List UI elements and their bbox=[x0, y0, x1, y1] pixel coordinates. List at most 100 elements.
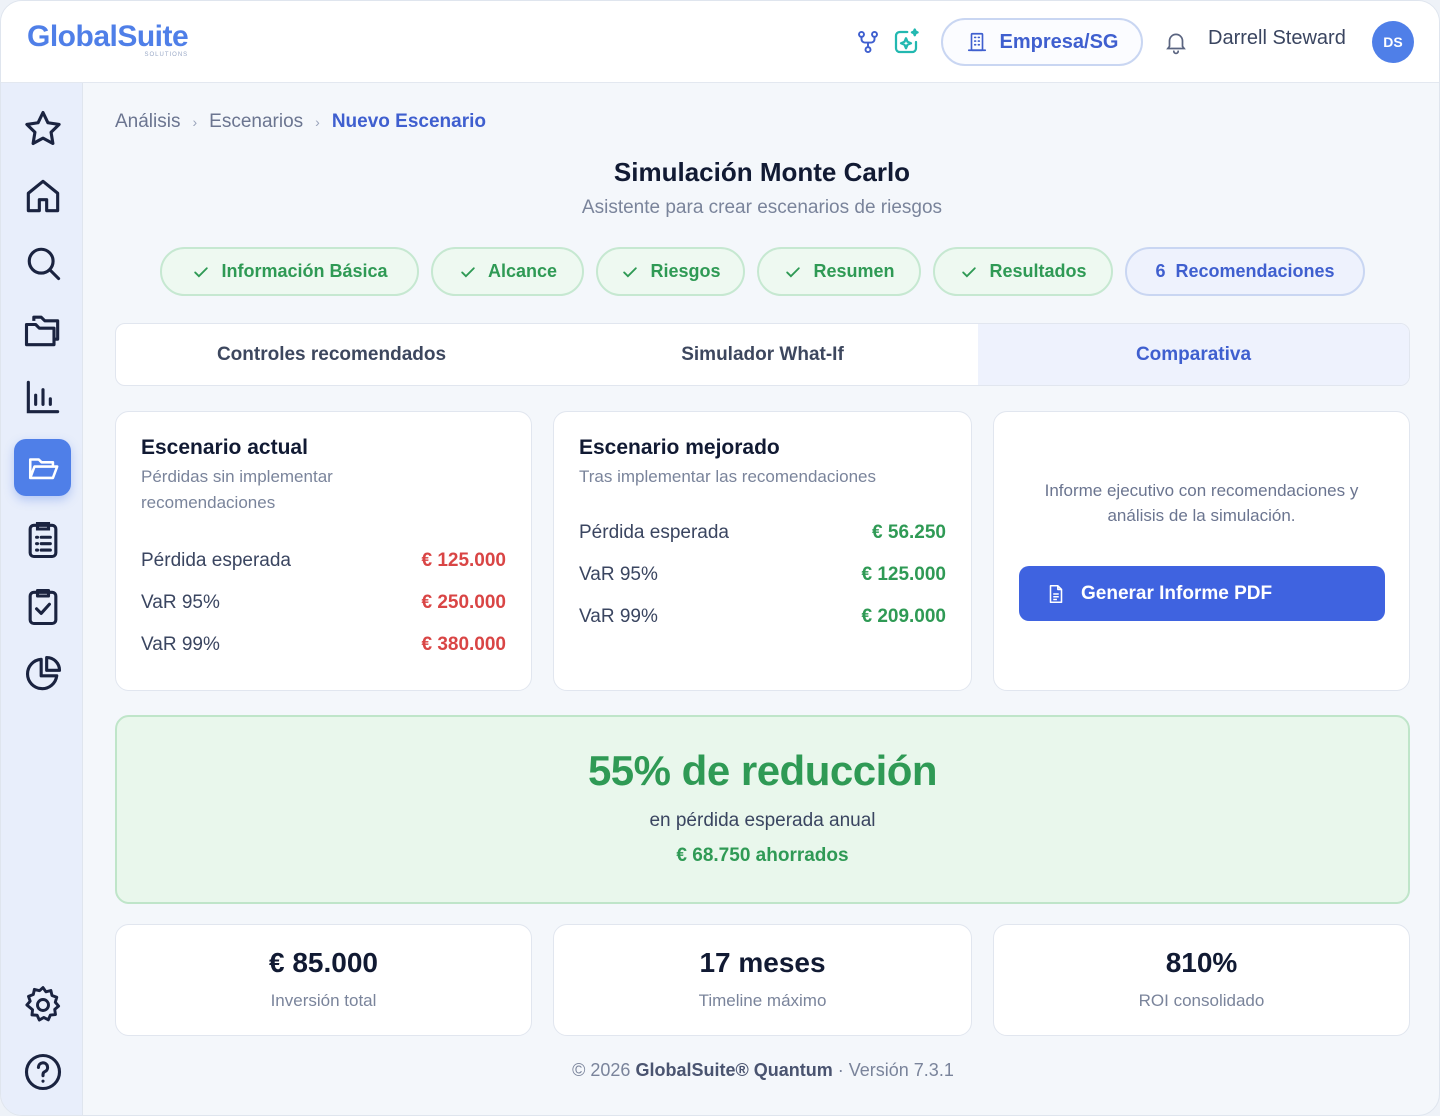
chevron-right-icon: › bbox=[192, 114, 198, 130]
breadcrumb: Análisis › Escenarios › Nuevo Escenario bbox=[115, 111, 486, 133]
tab-comparison[interactable]: Comparativa bbox=[978, 324, 1409, 385]
improved-scenario-card: Escenario mejorado Tras implementar las … bbox=[553, 411, 972, 691]
kpi-roi-card: 810% ROI consolidado bbox=[993, 924, 1410, 1036]
organization-label: Empresa/SG bbox=[999, 30, 1119, 53]
sidebar-item-audits[interactable] bbox=[14, 578, 71, 635]
step-label: Resultados bbox=[989, 261, 1087, 281]
organization-selector-button[interactable]: Empresa/SG bbox=[941, 18, 1143, 66]
step-basic-info[interactable]: Información Básica bbox=[160, 247, 419, 296]
sidebar-item-tasks[interactable] bbox=[14, 511, 71, 568]
document-icon bbox=[1045, 583, 1067, 605]
folder-open-icon bbox=[26, 451, 60, 485]
check-icon bbox=[458, 262, 478, 282]
step-label: Recomendaciones bbox=[1175, 261, 1335, 281]
avatar[interactable]: DS bbox=[1372, 21, 1414, 63]
folders-icon bbox=[21, 308, 65, 352]
step-results[interactable]: Resultados bbox=[933, 247, 1113, 296]
step-number: 6 bbox=[1155, 261, 1166, 281]
clipboard-check-icon bbox=[21, 585, 65, 629]
reduction-banner: 55% de reducción en pérdida esperada anu… bbox=[115, 715, 1410, 904]
kpi-label: Inversión total bbox=[270, 991, 377, 1010]
star-icon bbox=[21, 107, 65, 151]
kpi-label: Timeline máximo bbox=[698, 991, 827, 1010]
step-label: Resumen bbox=[813, 261, 895, 281]
metric-label: Pérdida esperada bbox=[579, 522, 729, 543]
sidebar-item-documents[interactable] bbox=[14, 301, 71, 358]
workflow-icon[interactable] bbox=[853, 27, 883, 57]
tab-recommended-controls[interactable]: Controles recomendados bbox=[116, 324, 547, 385]
step-recommendations[interactable]: 6 Recomendaciones bbox=[1125, 247, 1365, 296]
report-description: Informe ejecutivo con recomendaciones y … bbox=[1044, 481, 1359, 525]
step-risks[interactable]: Riesgos bbox=[596, 247, 745, 296]
footer-copyright: © 2026 bbox=[572, 1060, 631, 1080]
metric-label: Pérdida esperada bbox=[141, 550, 291, 571]
bell-icon[interactable] bbox=[1161, 27, 1191, 57]
bar-chart-icon bbox=[21, 375, 65, 419]
metric-value: € 209.000 bbox=[861, 606, 946, 627]
metric-var-95: VaR 95% € 250.000 bbox=[141, 592, 506, 614]
metric-value: € 125.000 bbox=[421, 550, 506, 571]
sidebar-item-scenarios[interactable] bbox=[14, 439, 71, 496]
tab-what-if-simulator[interactable]: Simulador What-If bbox=[547, 324, 978, 385]
generate-pdf-button[interactable]: Generar Informe PDF bbox=[1019, 566, 1385, 621]
search-icon bbox=[21, 241, 65, 285]
reduction-headline: 55% de reducción bbox=[587, 747, 938, 794]
footer-version: · Versión 7.3.1 bbox=[837, 1060, 954, 1080]
logo-text: GlobalSuite bbox=[27, 20, 189, 53]
card-title: Escenario mejorado bbox=[579, 436, 780, 459]
metric-value: € 380.000 bbox=[421, 634, 506, 655]
sidebar bbox=[1, 83, 83, 1115]
step-scope[interactable]: Alcance bbox=[431, 247, 584, 296]
check-icon bbox=[959, 262, 979, 282]
gear-icon bbox=[21, 983, 65, 1027]
card-title: Escenario actual bbox=[141, 436, 308, 459]
building-icon bbox=[966, 31, 988, 53]
metric-var-99: VaR 99% € 209.000 bbox=[579, 606, 946, 628]
check-icon bbox=[620, 262, 640, 282]
sidebar-item-favorites[interactable] bbox=[14, 100, 71, 157]
kpi-timeline-card: 17 meses Timeline máximo bbox=[553, 924, 972, 1036]
step-label: Alcance bbox=[487, 261, 558, 281]
kpi-investment-card: € 85.000 Inversión total bbox=[115, 924, 532, 1036]
pie-chart-icon bbox=[21, 652, 65, 696]
kpi-value: 810% bbox=[1165, 947, 1238, 978]
metric-var-95: VaR 95% € 125.000 bbox=[579, 564, 946, 586]
breadcrumb-item-current: Nuevo Escenario bbox=[331, 111, 486, 132]
metric-value: € 56.250 bbox=[872, 522, 946, 543]
metric-label: VaR 95% bbox=[141, 592, 220, 613]
sidebar-item-reports[interactable] bbox=[14, 368, 71, 425]
card-description: Tras implementar las recomendaciones bbox=[579, 467, 876, 486]
step-label: Riesgos bbox=[650, 261, 721, 281]
page-subtitle: Asistente para crear escenarios de riesg… bbox=[581, 197, 943, 218]
metric-expected-loss: Pérdida esperada € 125.000 bbox=[141, 550, 506, 572]
reduction-subtext: en pérdida esperada anual bbox=[649, 810, 876, 831]
report-card: Informe ejecutivo con recomendaciones y … bbox=[993, 411, 1410, 691]
sidebar-item-settings[interactable] bbox=[14, 976, 71, 1033]
clipboard-list-icon bbox=[21, 518, 65, 562]
check-icon bbox=[783, 262, 803, 282]
breadcrumb-item-analysis[interactable]: Análisis bbox=[115, 111, 180, 133]
sidebar-item-analytics[interactable] bbox=[14, 645, 71, 702]
step-summary[interactable]: Resumen bbox=[757, 247, 921, 296]
kpi-value: € 85.000 bbox=[269, 947, 378, 978]
current-scenario-card: Escenario actual Pérdidas sin implementa… bbox=[115, 411, 532, 691]
generate-pdf-label: Generar Informe PDF bbox=[1081, 582, 1273, 604]
tab-bar: Controles recomendados Simulador What-If… bbox=[115, 323, 1410, 386]
metric-value: € 250.000 bbox=[421, 592, 506, 613]
footer-product: GlobalSuite® Quantum bbox=[635, 1060, 833, 1080]
metric-value: € 125.000 bbox=[861, 564, 946, 585]
metric-label: VaR 99% bbox=[141, 634, 220, 655]
kpi-label: ROI consolidado bbox=[1138, 991, 1265, 1010]
metric-expected-loss: Pérdida esperada € 56.250 bbox=[579, 522, 946, 544]
logo-subtext: SOLUTIONS bbox=[144, 52, 189, 58]
metric-var-99: VaR 99% € 380.000 bbox=[141, 634, 506, 656]
ai-assistant-icon[interactable] bbox=[891, 27, 921, 57]
step-label: Información Básica bbox=[221, 261, 388, 281]
metric-label: VaR 95% bbox=[579, 564, 658, 585]
sidebar-item-search[interactable] bbox=[14, 234, 71, 291]
logo[interactable]: GlobalSuite SOLUTIONS bbox=[27, 19, 189, 58]
reduction-savings: € 68.750 ahorrados bbox=[676, 845, 849, 866]
breadcrumb-item-scenarios[interactable]: Escenarios bbox=[209, 111, 303, 133]
user-name[interactable]: Darrell Steward bbox=[1208, 27, 1346, 50]
chevron-right-icon: › bbox=[315, 114, 320, 130]
